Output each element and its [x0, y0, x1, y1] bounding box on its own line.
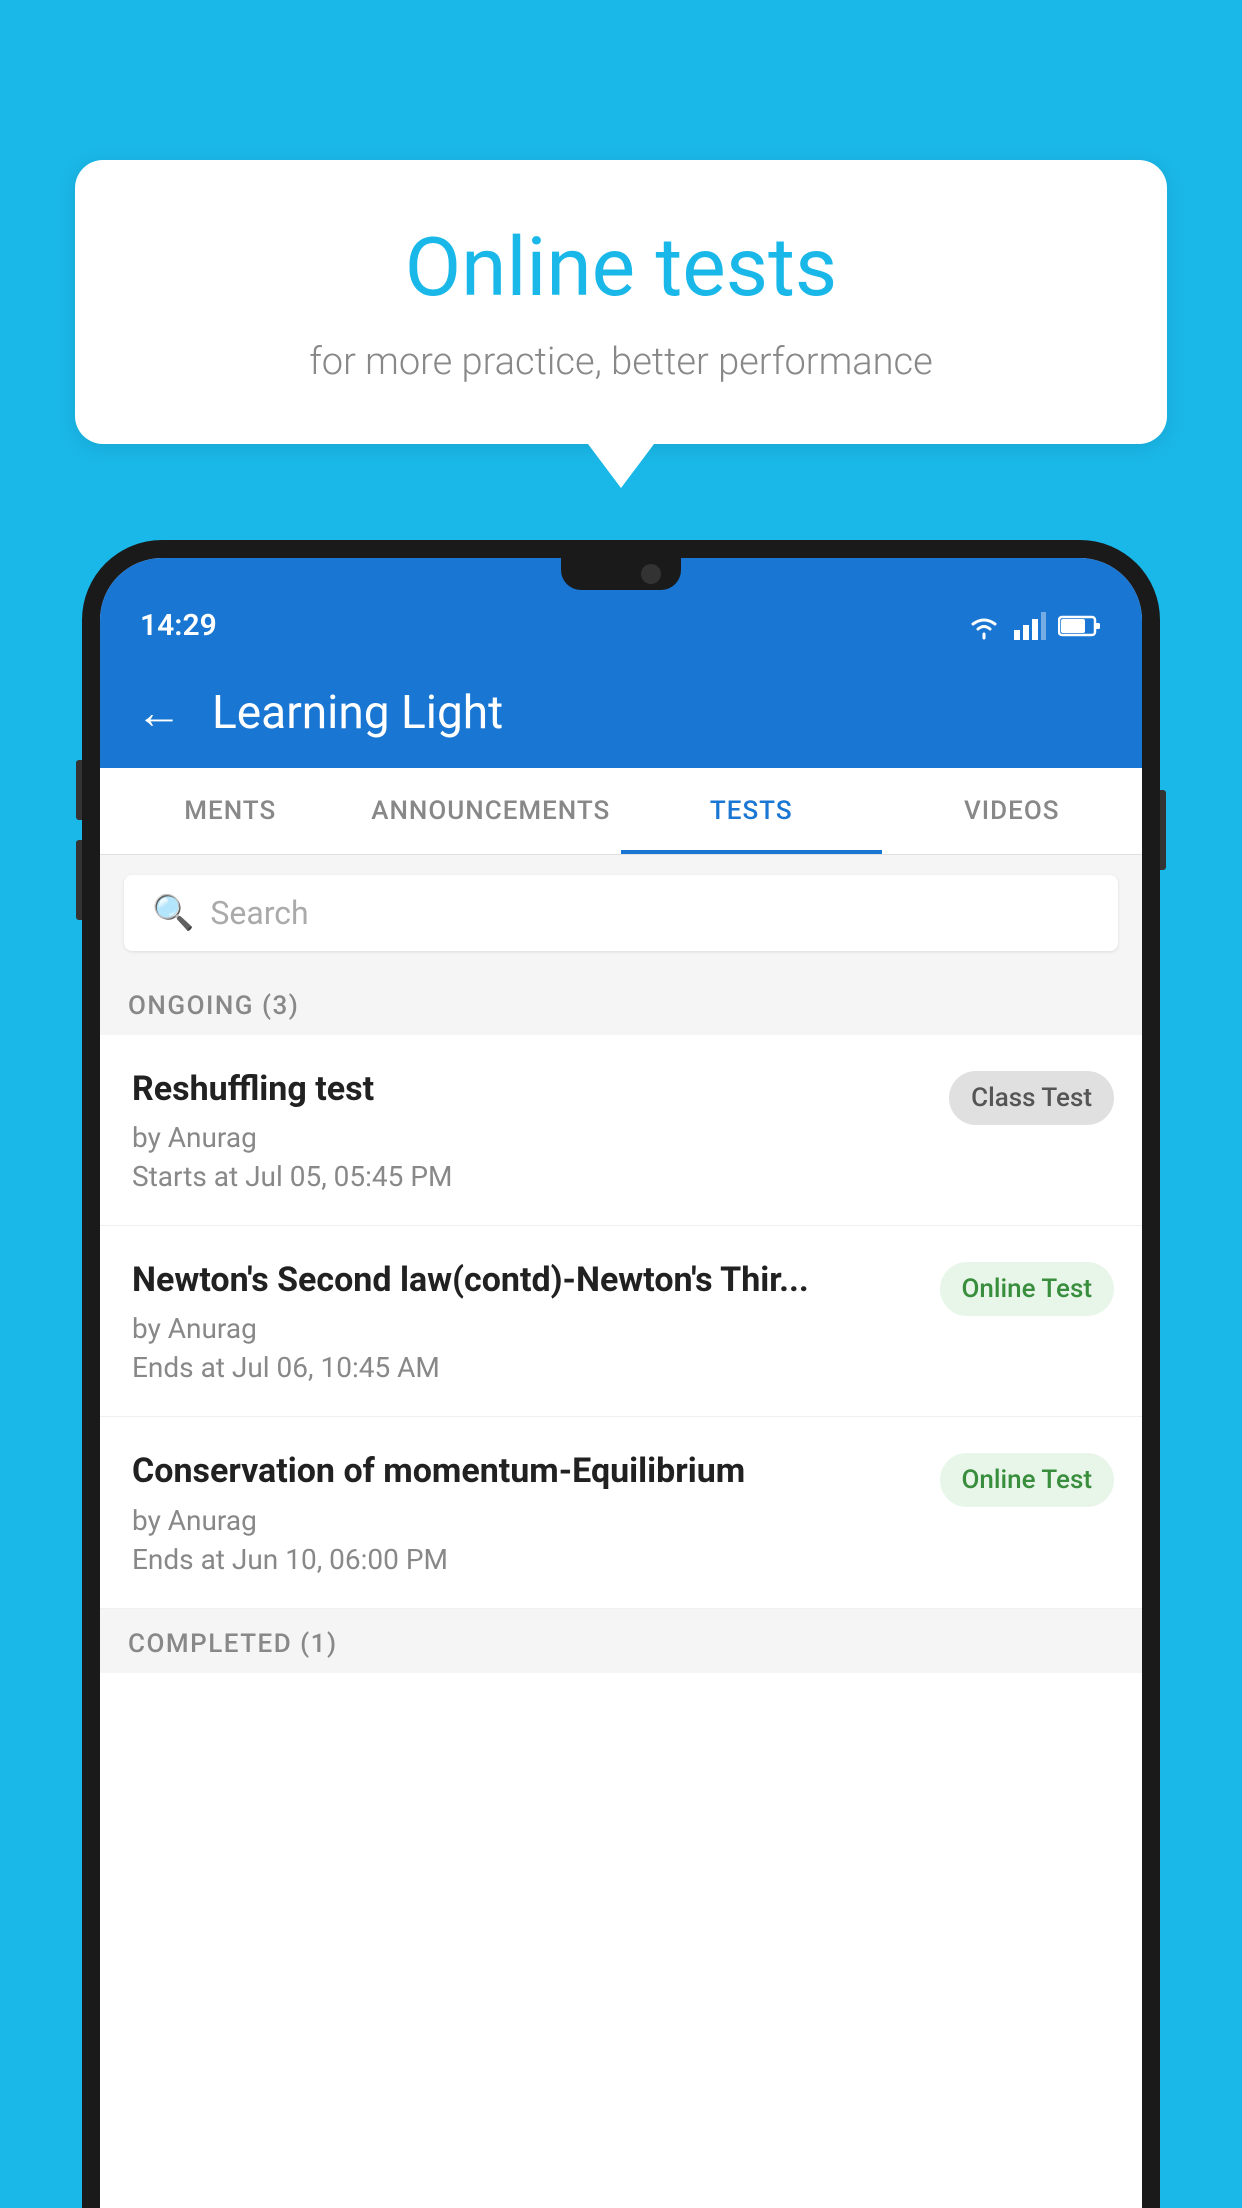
- tab-videos[interactable]: VIDEOS: [882, 768, 1143, 854]
- test-name: Newton's Second law(contd)-Newton's Thir…: [132, 1258, 920, 1302]
- test-name: Reshuffling test: [132, 1067, 929, 1111]
- phone-screen: 14:29: [100, 558, 1142, 2208]
- test-badge-online: Online Test: [940, 1262, 1115, 1316]
- test-info: Reshuffling test by Anurag Starts at Jul…: [132, 1067, 929, 1193]
- speech-bubble-title: Online tests: [155, 220, 1087, 316]
- tab-announcements[interactable]: ANNOUNCEMENTS: [361, 768, 622, 854]
- app-header: ← Learning Light: [100, 657, 1142, 768]
- wifi-icon: [966, 612, 1002, 640]
- test-name: Conservation of momentum-Equilibrium: [132, 1449, 920, 1493]
- search-container: 🔍 Search: [100, 855, 1142, 971]
- completed-section-header: COMPLETED (1): [100, 1609, 1142, 1673]
- tab-bar: MENTS ANNOUNCEMENTS TESTS VIDEOS: [100, 768, 1142, 855]
- test-list: Reshuffling test by Anurag Starts at Jul…: [100, 1035, 1142, 2208]
- search-icon: 🔍: [152, 893, 194, 933]
- power-button: [1160, 790, 1166, 870]
- test-item[interactable]: Newton's Second law(contd)-Newton's Thir…: [100, 1226, 1142, 1417]
- test-author: by Anurag: [132, 1121, 929, 1154]
- test-badge-online: Online Test: [940, 1453, 1115, 1507]
- test-time: Ends at Jun 10, 06:00 PM: [132, 1543, 920, 1576]
- test-info: Conservation of momentum-Equilibrium by …: [132, 1449, 920, 1575]
- search-bar[interactable]: 🔍 Search: [124, 875, 1118, 951]
- test-item[interactable]: Conservation of momentum-Equilibrium by …: [100, 1417, 1142, 1608]
- back-button[interactable]: ←: [136, 685, 182, 740]
- speech-bubble-container: Online tests for more practice, better p…: [75, 160, 1167, 444]
- test-time: Starts at Jul 05, 05:45 PM: [132, 1160, 929, 1193]
- ongoing-section-header: ONGOING (3): [100, 971, 1142, 1035]
- status-icons: [966, 612, 1102, 640]
- battery-icon: [1058, 614, 1102, 638]
- speech-bubble-subtitle: for more practice, better performance: [155, 340, 1087, 384]
- status-bar: 14:29: [100, 590, 1142, 657]
- signal-icon: [1014, 612, 1046, 640]
- test-author: by Anurag: [132, 1504, 920, 1537]
- front-camera: [641, 564, 661, 584]
- phone-notch: [561, 558, 681, 590]
- test-time: Ends at Jul 06, 10:45 AM: [132, 1351, 920, 1384]
- test-item[interactable]: Reshuffling test by Anurag Starts at Jul…: [100, 1035, 1142, 1226]
- volume-up-button: [76, 760, 82, 820]
- test-author: by Anurag: [132, 1312, 920, 1345]
- tab-ments[interactable]: MENTS: [100, 768, 361, 854]
- tab-tests[interactable]: TESTS: [621, 768, 882, 854]
- volume-down-button: [76, 840, 82, 920]
- search-placeholder: Search: [210, 894, 308, 932]
- test-info: Newton's Second law(contd)-Newton's Thir…: [132, 1258, 920, 1384]
- status-time: 14:29: [140, 608, 217, 643]
- phone-frame: 14:29: [82, 540, 1160, 2208]
- test-badge-class: Class Test: [949, 1071, 1114, 1125]
- speech-bubble: Online tests for more practice, better p…: [75, 160, 1167, 444]
- app-title: Learning Light: [212, 686, 503, 740]
